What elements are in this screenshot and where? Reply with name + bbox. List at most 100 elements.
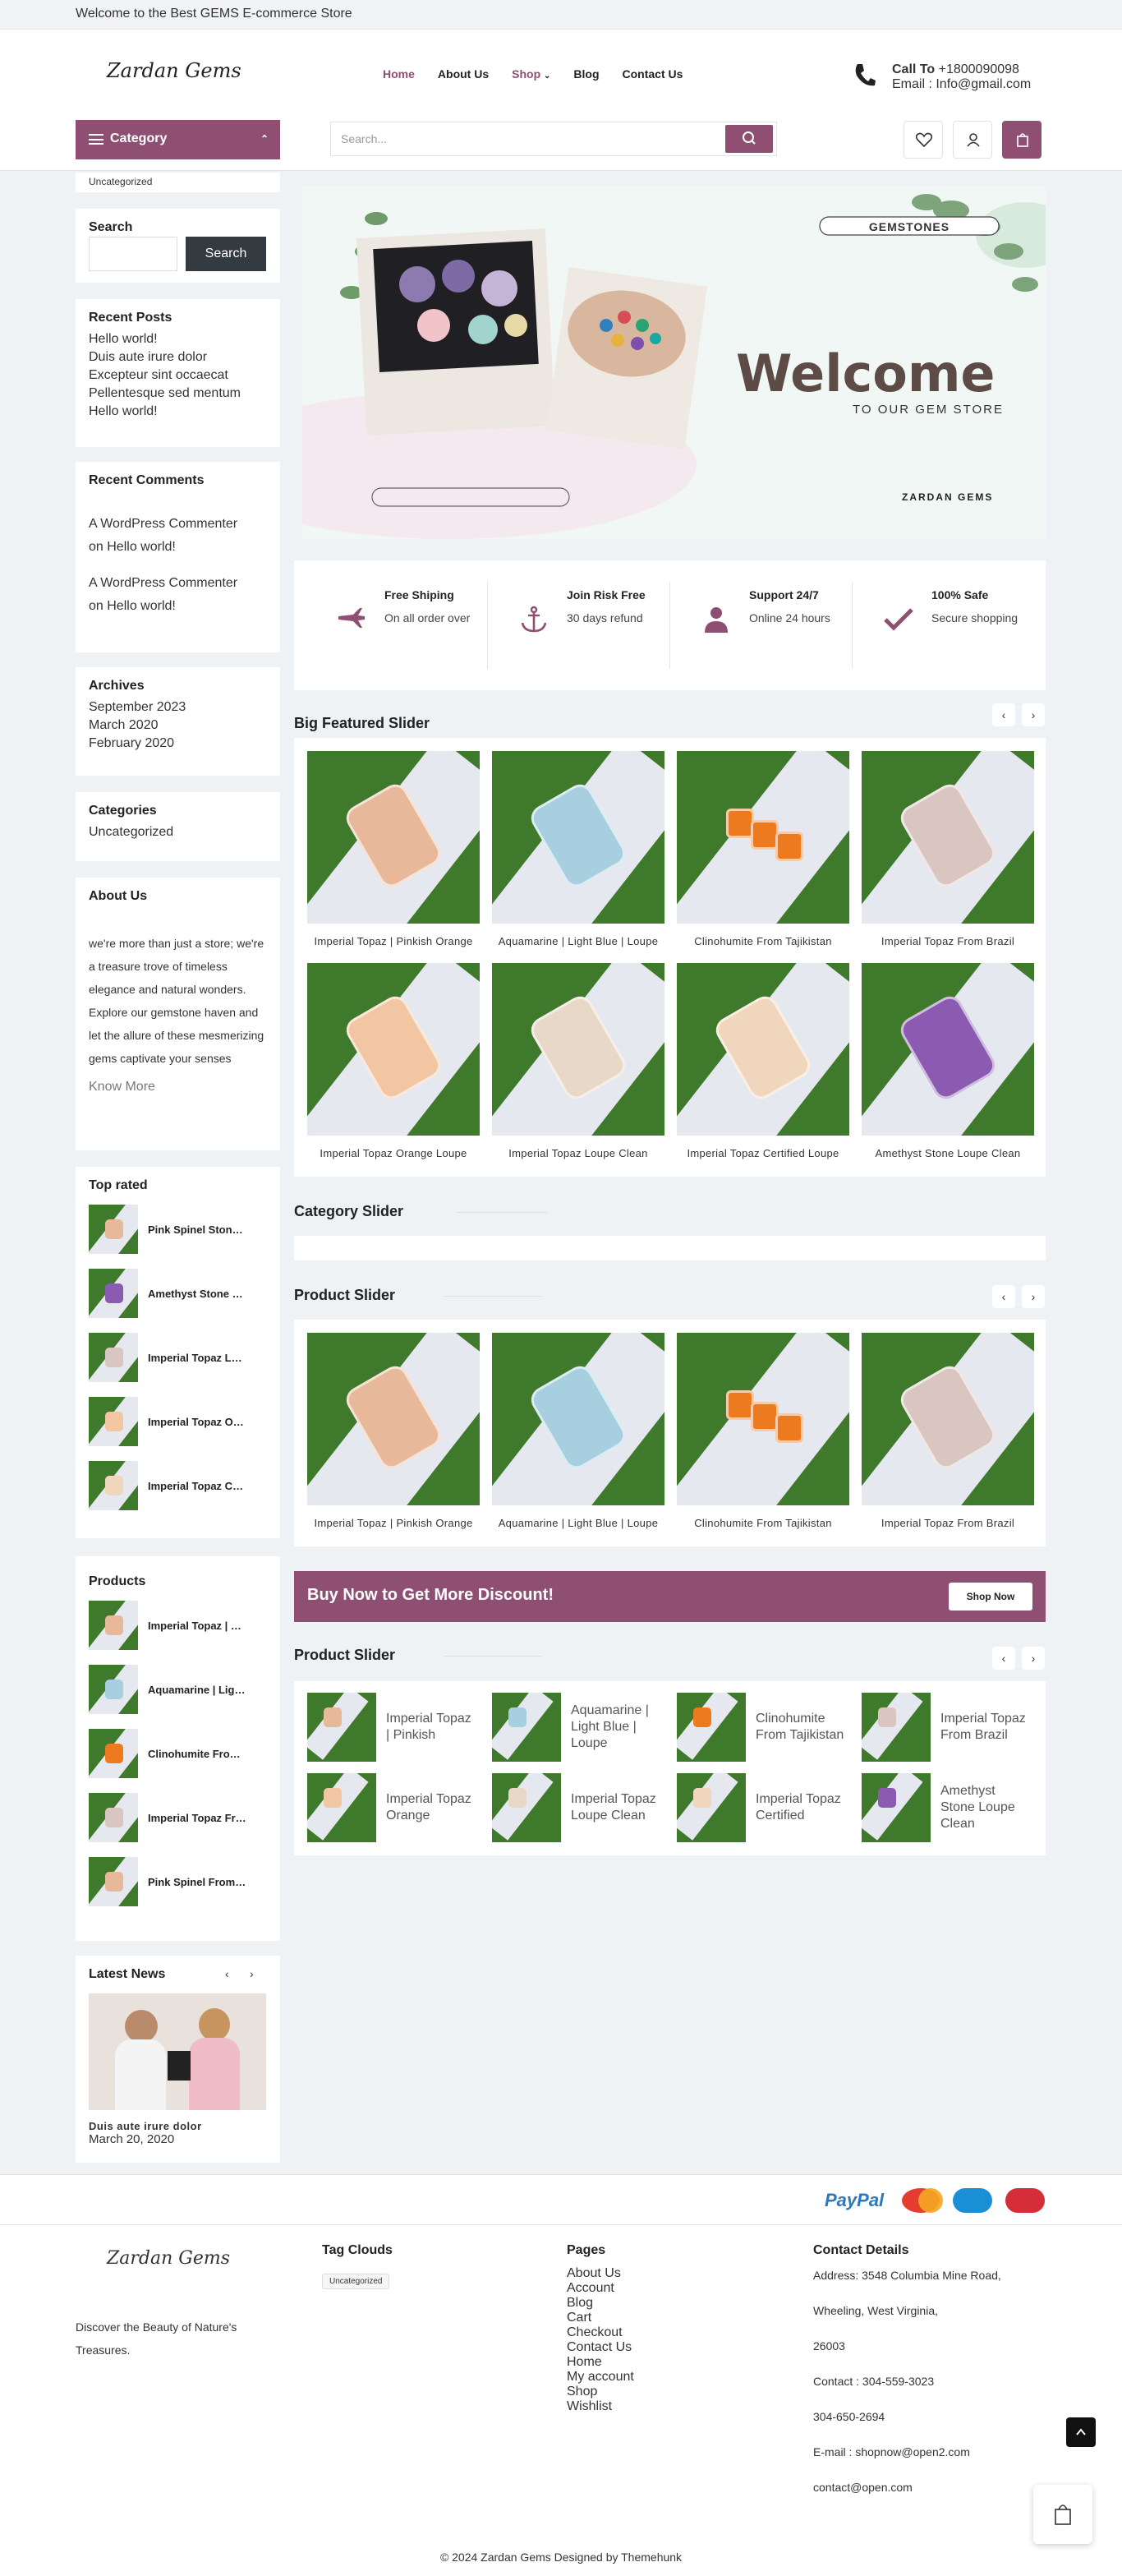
call-number[interactable]: +1800090098 bbox=[939, 62, 1019, 76]
category-toggle-button[interactable]: Category ⌃ bbox=[76, 120, 280, 159]
sidebar-product[interactable]: Imperial Topaz Orange bbox=[89, 1397, 267, 1446]
chevron-right-icon[interactable]: › bbox=[250, 1967, 254, 1980]
product-card[interactable]: Aquamarine | Light Blue | Loupe bbox=[492, 1693, 661, 1762]
product-image[interactable] bbox=[89, 1729, 138, 1778]
product-card[interactable]: Imperial Topaz Orange bbox=[307, 1773, 476, 1842]
product-name[interactable]: Aquamarine | Light Blue | Loupe bbox=[571, 1703, 661, 1752]
footer-page-link[interactable]: Shop bbox=[567, 2385, 634, 2399]
product-image[interactable] bbox=[89, 1601, 138, 1650]
product-image[interactable] bbox=[89, 1205, 138, 1254]
product-image[interactable] bbox=[307, 1333, 480, 1505]
chevron-right-icon[interactable]: › bbox=[1022, 1285, 1045, 1308]
widget-search-button[interactable]: Search bbox=[186, 237, 266, 271]
product-card[interactable]: Imperial Topaz Loupe Clean bbox=[492, 963, 664, 1159]
product-name[interactable]: Imperial Topaz From Brazil bbox=[862, 1517, 1034, 1529]
sidebar-product[interactable]: Clinohumite From Tajikistan bbox=[89, 1729, 267, 1778]
sidebar-product[interactable]: Pink Spinel Stone Loupe Clean bbox=[89, 1205, 267, 1254]
footer-page-link[interactable]: My account bbox=[567, 2370, 634, 2385]
product-name[interactable]: Imperial Topaz | Pinkish bbox=[148, 1620, 246, 1632]
recent-post[interactable]: Pellentesque sed mentum bbox=[89, 385, 267, 403]
cart-button[interactable] bbox=[1002, 121, 1042, 159]
comment-author[interactable]: A WordPress Commenter bbox=[89, 576, 237, 590]
sidebar-product[interactable]: Aquamarine | Light Blue bbox=[89, 1665, 267, 1714]
footer-page-link[interactable]: Blog bbox=[567, 2296, 634, 2311]
product-name[interactable]: Imperial Topaz | Pinkish Orange bbox=[307, 935, 480, 947]
product-card[interactable]: Imperial Topaz | Pinkish Orange bbox=[307, 751, 480, 947]
chevron-right-icon[interactable]: › bbox=[1022, 1647, 1045, 1670]
product-card[interactable]: Clinohumite From Tajikistan bbox=[677, 751, 849, 947]
scroll-top-button[interactable] bbox=[1066, 2417, 1096, 2447]
product-card[interactable]: Imperial Topaz Loupe Clean bbox=[492, 1773, 661, 1842]
product-image[interactable] bbox=[89, 1793, 138, 1842]
sidebar-product[interactable]: Imperial Topaz | Pinkish bbox=[89, 1601, 267, 1650]
category-link[interactable]: Uncategorized bbox=[89, 823, 267, 841]
sidebar-product[interactable]: Amethyst Stone Loupe Clean bbox=[89, 1269, 267, 1318]
product-card[interactable]: Aquamarine | Light Blue | Loupe bbox=[492, 751, 664, 947]
product-card[interactable]: Amethyst Stone Loupe Clean bbox=[862, 1773, 1031, 1842]
product-name[interactable]: Imperial Topaz | Pinkish Orange bbox=[307, 1517, 480, 1529]
product-name[interactable]: Pink Spinel From Burma bbox=[148, 1876, 246, 1888]
product-card[interactable]: Imperial Topaz Certified bbox=[677, 1773, 846, 1842]
hero-banner[interactable]: GEMSTONES Welcome TO OUR GEM STORE ZARDA… bbox=[204, 186, 1074, 539]
product-name[interactable]: Clinohumite From Tajikistan bbox=[148, 1748, 246, 1760]
product-card[interactable]: Clinohumite From Tajikistan bbox=[677, 1333, 849, 1529]
product-image[interactable] bbox=[307, 1693, 376, 1762]
product-image[interactable] bbox=[492, 751, 664, 924]
product-name[interactable]: Imperial Topaz Certified bbox=[756, 1791, 846, 1824]
product-image[interactable] bbox=[89, 1665, 138, 1714]
product-name[interactable]: Amethyst Stone Loupe Clean bbox=[862, 1147, 1034, 1159]
chevron-right-icon[interactable]: › bbox=[1022, 703, 1045, 726]
email-text[interactable]: Email : Info@gmail.com bbox=[892, 77, 1031, 92]
comment-author[interactable]: A WordPress Commenter bbox=[89, 517, 237, 531]
product-name[interactable]: Aquamarine | Light Blue | Loupe bbox=[492, 935, 664, 947]
chevron-left-icon[interactable]: ‹ bbox=[992, 1285, 1015, 1308]
product-image[interactable] bbox=[492, 963, 664, 1136]
sidebar-product[interactable]: Imperial Topaz From Brazil bbox=[89, 1793, 267, 1842]
product-image[interactable] bbox=[677, 1333, 849, 1505]
comment-post[interactable]: Hello world! bbox=[107, 540, 176, 554]
news-image[interactable] bbox=[89, 1993, 266, 2110]
footer-page-link[interactable]: Account bbox=[567, 2281, 634, 2296]
footer-page-link[interactable]: Checkout bbox=[567, 2325, 634, 2340]
product-name[interactable]: Clinohumite From Tajikistan bbox=[677, 935, 849, 947]
product-image[interactable] bbox=[492, 1693, 561, 1762]
product-card[interactable]: Imperial Topaz Certified Loupe bbox=[677, 963, 849, 1159]
product-name[interactable]: Imperial Topaz Orange bbox=[148, 1416, 246, 1428]
product-image[interactable] bbox=[677, 1693, 746, 1762]
chevron-left-icon[interactable]: ‹ bbox=[992, 1647, 1015, 1670]
footer-page-link[interactable]: About Us bbox=[567, 2266, 634, 2281]
product-name[interactable]: Imperial Topaz From Brazil bbox=[148, 1812, 246, 1824]
product-name[interactable]: Aquamarine | Light Blue bbox=[148, 1684, 246, 1696]
archive-link[interactable]: September 2023 bbox=[89, 698, 267, 717]
recent-post[interactable]: Excepteur sint occaecat bbox=[89, 366, 267, 385]
product-card[interactable]: Imperial Topaz | Pinkish Orange bbox=[307, 1333, 480, 1529]
product-image[interactable] bbox=[862, 1773, 931, 1842]
nav-shop[interactable]: Shop ⌄ bbox=[512, 67, 550, 81]
footer-page-link[interactable]: Cart bbox=[567, 2311, 634, 2325]
tag-chip[interactable]: Uncategorized bbox=[322, 2274, 390, 2289]
product-card[interactable]: Amethyst Stone Loupe Clean bbox=[862, 963, 1034, 1159]
sidebar-product[interactable]: Imperial Topaz Certified bbox=[89, 1461, 267, 1510]
product-image[interactable] bbox=[307, 1773, 376, 1842]
product-name[interactable]: Imperial Topaz | Pinkish bbox=[386, 1711, 476, 1744]
product-image[interactable] bbox=[307, 751, 480, 924]
product-name[interactable]: Imperial Topaz Orange bbox=[386, 1791, 476, 1824]
archive-link[interactable]: March 2020 bbox=[89, 717, 267, 735]
archive-link[interactable]: February 2020 bbox=[89, 735, 267, 753]
footer-page-link[interactable]: Contact Us bbox=[567, 2340, 634, 2355]
product-name[interactable]: Imperial Topaz Certified bbox=[148, 1480, 246, 1492]
product-image[interactable] bbox=[89, 1461, 138, 1510]
recent-post[interactable]: Hello world! bbox=[89, 403, 267, 421]
product-image[interactable] bbox=[492, 1773, 561, 1842]
search-button[interactable] bbox=[725, 125, 773, 153]
product-image[interactable] bbox=[89, 1269, 138, 1318]
product-image[interactable] bbox=[862, 1693, 931, 1762]
product-name[interactable]: Imperial Topaz Loupe Clean bbox=[492, 1147, 664, 1159]
product-card[interactable]: Imperial Topaz From Brazil bbox=[862, 1333, 1034, 1529]
footer-logo[interactable]: Zardan Gems bbox=[107, 2248, 230, 2269]
chevron-left-icon[interactable]: ‹ bbox=[225, 1967, 229, 1980]
product-image[interactable] bbox=[862, 751, 1034, 924]
product-image[interactable] bbox=[862, 1333, 1034, 1505]
category-item[interactable]: Uncategorized bbox=[89, 173, 267, 191]
product-image[interactable] bbox=[677, 751, 849, 924]
